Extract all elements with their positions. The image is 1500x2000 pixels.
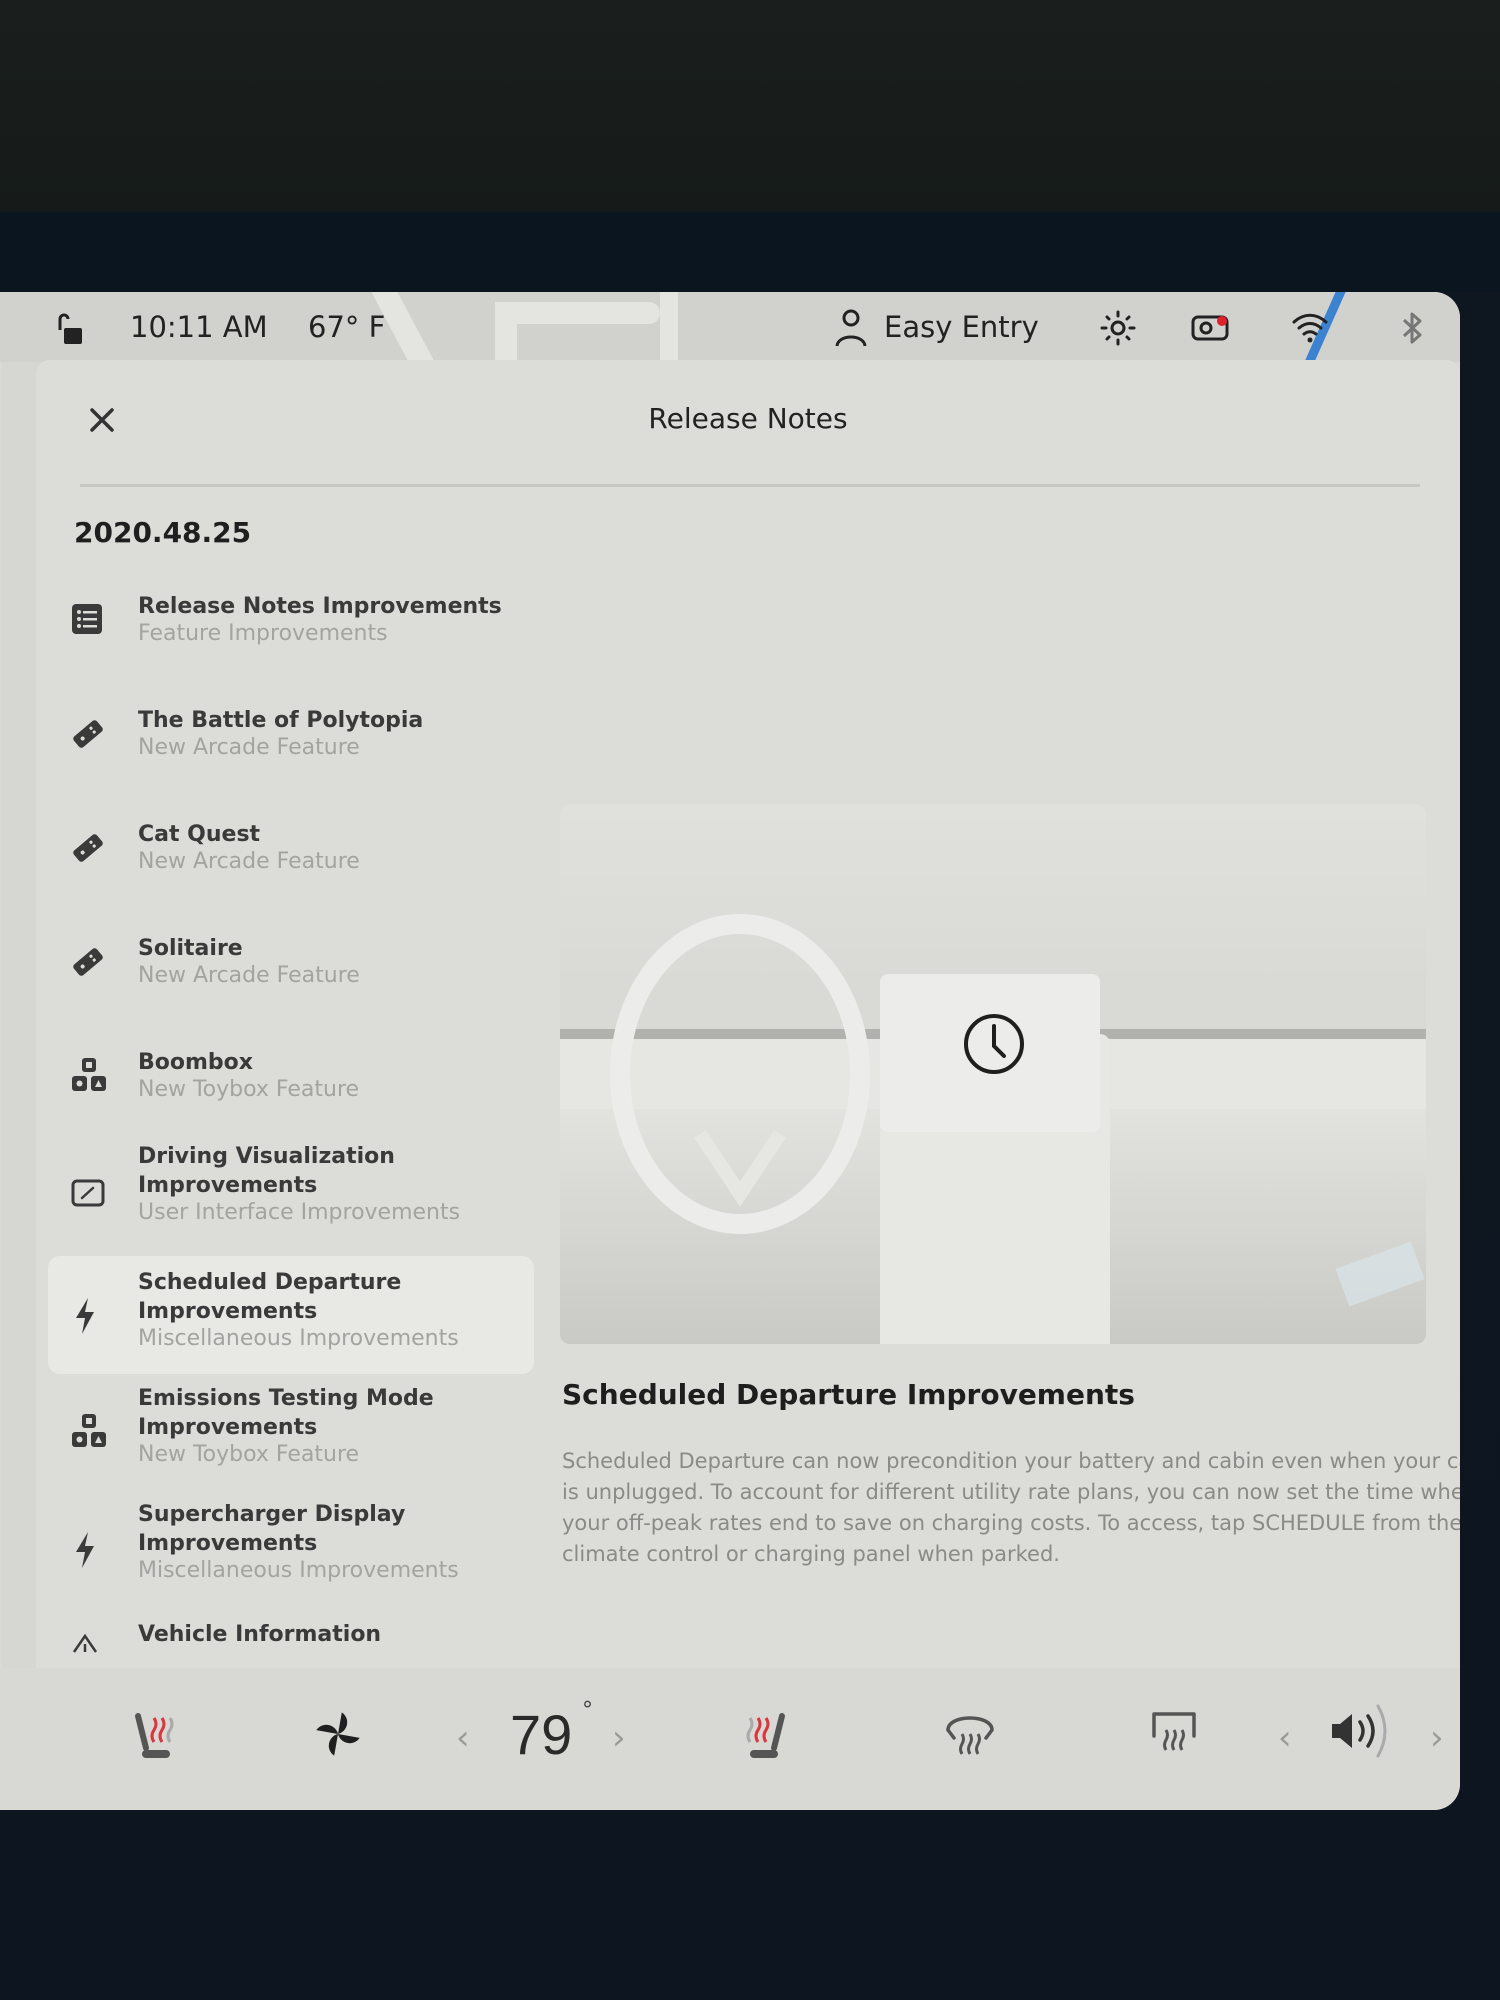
bolt-icon [70, 1296, 106, 1334]
release-notes-list[interactable]: Release Notes Improvements Feature Impro… [36, 580, 536, 1670]
feature-image [560, 804, 1426, 1344]
seat-heater-left-icon[interactable] [132, 1708, 184, 1766]
display-icon [70, 1178, 106, 1214]
list-item[interactable]: Vehicle Information [48, 1614, 534, 1670]
temp-up-button[interactable]: › [612, 1718, 626, 1758]
software-version: 2020.48.25 [74, 516, 252, 549]
gamepad-icon [70, 830, 106, 866]
rear-defrost-icon[interactable] [1146, 1708, 1202, 1762]
outside-temperature: 67° F [308, 310, 386, 344]
sentry-mode-icon[interactable] [1100, 310, 1136, 353]
volume-up-button[interactable]: › [1430, 1718, 1444, 1758]
person-icon[interactable] [834, 308, 868, 355]
item-subtitle: Miscellaneous Improvements [138, 1326, 459, 1351]
dashcam-icon[interactable] [1190, 312, 1232, 351]
item-title: The Battle of Polytopia [138, 708, 424, 733]
cabin-temperature: 79 [510, 1703, 573, 1766]
touchscreen: 10:11 AM 67° F Easy Entry Release Notes … [0, 292, 1460, 1810]
list-item[interactable]: Solitaire New Arcade Feature [48, 922, 534, 1022]
list-item[interactable]: The Battle of Polytopia New Arcade Featu… [48, 694, 534, 794]
gamepad-icon [70, 716, 106, 752]
degree-symbol: ° [582, 1698, 593, 1723]
detail-title: Scheduled Departure Improvements [562, 1378, 1135, 1411]
item-subtitle: New Arcade Feature [138, 963, 360, 988]
bolt-icon [70, 1530, 106, 1568]
list-item[interactable]: Boombox New Toybox Feature [48, 1036, 534, 1136]
item-title: Scheduled Departure Improvements [138, 1270, 402, 1324]
list-item[interactable]: Driving Visualization Improvements User … [48, 1140, 534, 1252]
header-divider [80, 484, 1420, 487]
list-item-selected[interactable]: Scheduled Departure Improvements Miscell… [48, 1256, 534, 1374]
detail-body: Scheduled Departure can now precondition… [562, 1449, 1460, 1566]
volume-down-button[interactable]: ‹ [1278, 1718, 1292, 1758]
item-title: Driving Visualization Improvements [138, 1144, 395, 1198]
item-title: Emissions Testing Mode Improvements [138, 1386, 434, 1440]
item-title: Supercharger Display Improvements [138, 1502, 406, 1556]
toybox-icon [70, 1056, 106, 1092]
item-subtitle: Feature Improvements [138, 621, 388, 646]
item-title: Release Notes Improvements [138, 594, 502, 619]
temp-down-button[interactable]: ‹ [456, 1718, 470, 1758]
item-subtitle: Miscellaneous Improvements [138, 1558, 459, 1583]
speaker-icon[interactable] [1328, 1702, 1392, 1764]
item-title: Boombox [138, 1050, 253, 1075]
display-bezel [0, 212, 1500, 292]
seat-heater-right-icon[interactable] [736, 1708, 788, 1766]
status-bar: 10:11 AM 67° F Easy Entry [0, 292, 1460, 362]
unlocked-icon[interactable] [54, 312, 88, 353]
list-icon [70, 602, 106, 638]
item-title: Vehicle Information [138, 1622, 382, 1647]
item-subtitle: New Toybox Feature [138, 1077, 360, 1102]
list-item[interactable]: Release Notes Improvements Feature Impro… [48, 580, 534, 680]
map-road [660, 292, 678, 362]
release-notes-modal: Release Notes 2020.48.25 Release Notes I… [36, 360, 1460, 1668]
driver-profile-label[interactable]: Easy Entry [884, 310, 1039, 344]
item-subtitle: New Toybox Feature [138, 1442, 360, 1467]
list-item[interactable]: Supercharger Display Improvements Miscel… [48, 1492, 534, 1604]
fan-icon[interactable] [312, 1708, 364, 1764]
clock-time: 10:11 AM [130, 310, 268, 344]
wifi-icon[interactable] [1290, 310, 1330, 351]
modal-title: Release Notes [648, 402, 848, 435]
item-title: Cat Quest [138, 822, 261, 847]
map-road [500, 302, 660, 324]
center-screen-graphic [880, 974, 1100, 1132]
list-item[interactable]: Emissions Testing Mode Improvements New … [48, 1376, 534, 1488]
item-subtitle: New Arcade Feature [138, 849, 360, 874]
front-defrost-icon[interactable] [942, 1708, 998, 1762]
gamepad-icon [70, 944, 106, 980]
vehicle-icon [70, 1630, 106, 1666]
item-subtitle: User Interface Improvements [138, 1200, 461, 1225]
item-title: Solitaire [138, 936, 243, 961]
bluetooth-icon[interactable] [1398, 310, 1426, 353]
toybox-icon [70, 1412, 106, 1448]
map-road [495, 302, 517, 362]
item-subtitle: New Arcade Feature [138, 735, 360, 760]
list-item[interactable]: Cat Quest New Arcade Feature [48, 808, 534, 908]
bottom-control-bar: ‹ 79 ° › ‹ › [0, 1668, 1460, 1810]
